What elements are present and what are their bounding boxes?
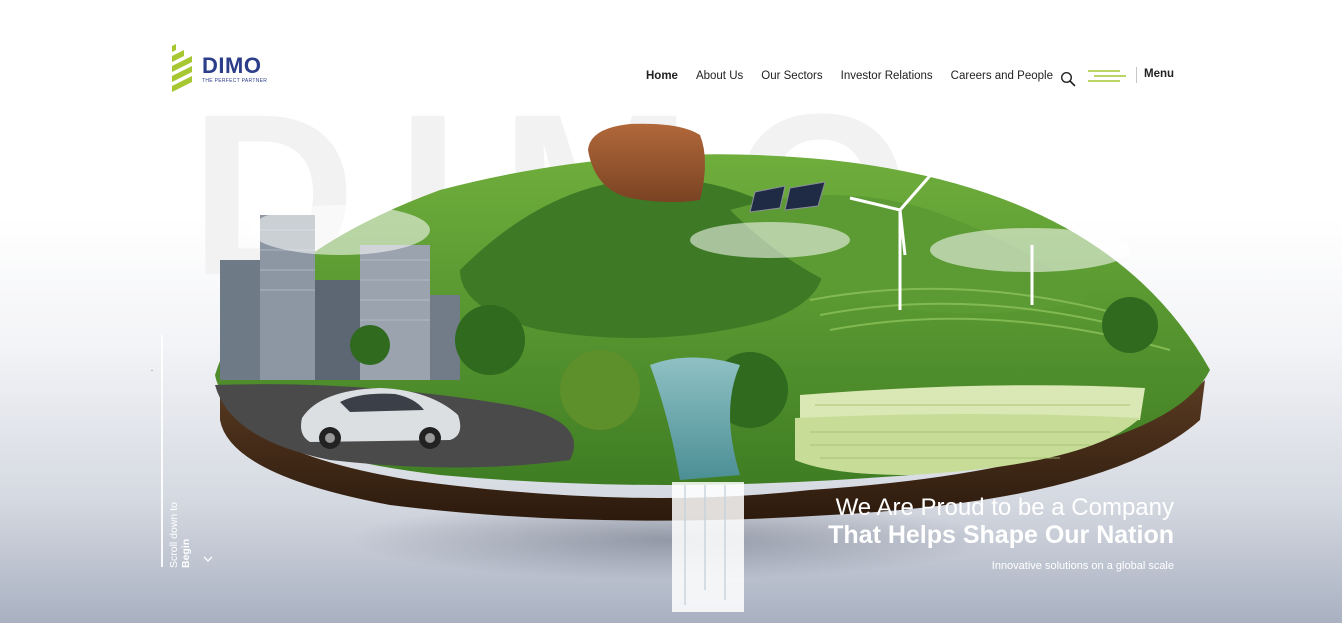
hero-headline-line2: That Helps Shape Our Nation <box>828 521 1174 549</box>
logo-name: DIMO <box>202 52 262 78</box>
scroll-indicator-line <box>161 335 163 567</box>
nav-home[interactable]: Home <box>646 70 678 82</box>
menu-button[interactable]: Menu <box>1144 68 1174 80</box>
hamburger-icon[interactable] <box>1088 69 1126 83</box>
scroll-down-label: Scroll down to <box>168 502 180 568</box>
hero-subline: Innovative solutions on a global scale <box>991 560 1174 572</box>
nav-investor-relations[interactable]: Investor Relations <box>841 70 933 82</box>
menu-divider <box>1136 67 1137 83</box>
scroll-down-prompt[interactable]: Scroll down to Begin <box>168 502 192 568</box>
search-icon[interactable] <box>1060 71 1076 87</box>
logo[interactable]: DIMO THE PERFECT PARTNER <box>170 44 267 94</box>
chevron-down-icon[interactable] <box>203 555 213 563</box>
hero-headline: We Are Proud to be a Company That Helps … <box>828 494 1174 550</box>
hero-headline-line1: We Are Proud to be a Company <box>835 494 1174 521</box>
logo-mark-icon <box>172 44 192 92</box>
nav-about-us[interactable]: About Us <box>696 70 743 82</box>
scroll-indicator-marker: - <box>151 368 153 374</box>
nav-our-sectors[interactable]: Our Sectors <box>761 70 822 82</box>
logo-tagline: THE PERFECT PARTNER <box>202 77 268 84</box>
scroll-begin-label: Begin <box>180 538 192 568</box>
nav-careers-and-people[interactable]: Careers and People <box>951 70 1053 82</box>
main-nav: Home About Us Our Sectors Investor Relat… <box>646 70 1071 82</box>
